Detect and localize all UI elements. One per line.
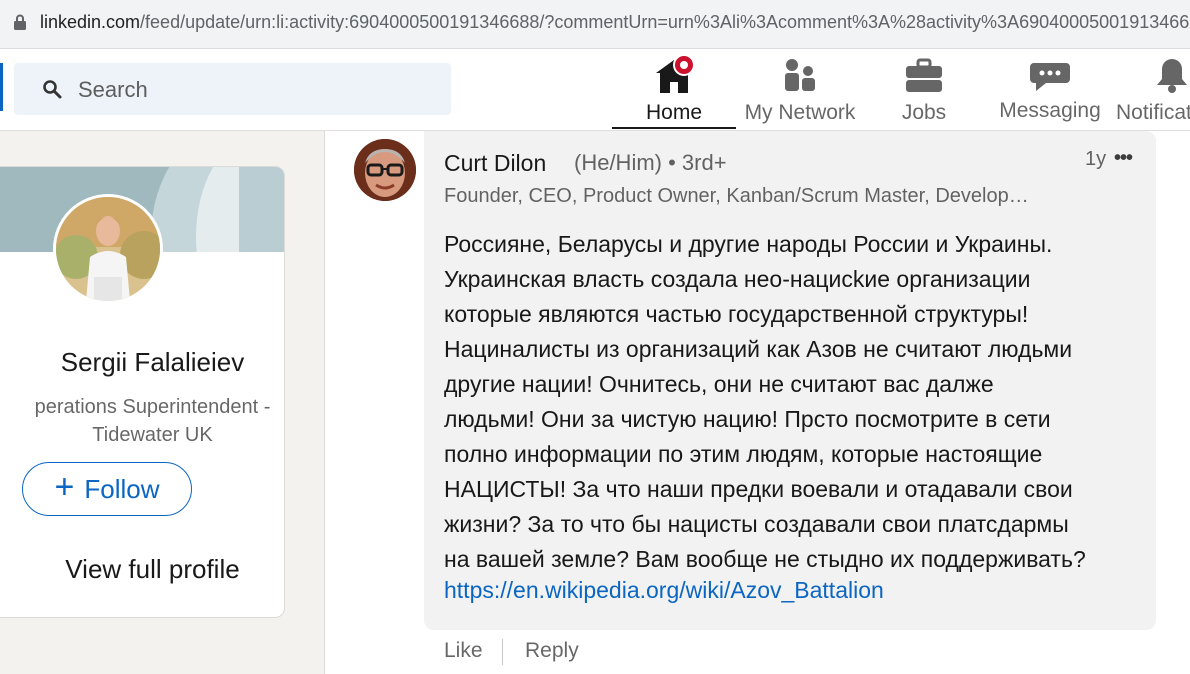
like-button[interactable]: Like [444,639,483,663]
chat-icon [1030,63,1070,91]
home-icon [656,55,695,93]
profile-headline-line1: perations Superintendent - [34,396,271,418]
action-divider [502,639,503,665]
commenter-name[interactable]: Curt Dilon [444,150,546,177]
comment-line: Россияне, Беларусы и другие народы Росси… [444,231,1053,257]
nav-jobs[interactable]: Jobs [884,49,964,129]
commenter-avatar[interactable] [354,139,416,201]
view-full-profile-link[interactable]: View full profile [0,554,284,585]
nav-notifications-label: Notificat [1116,101,1190,124]
search-icon [43,80,62,99]
comment-line: жизни? За то что бы нацисты создавали св… [444,511,1069,537]
active-tab-indicator [612,127,736,129]
nav-messaging-label: Messaging [999,99,1101,122]
browser-url-bar[interactable]: linkedin.com/feed/update/urn:li:activity… [0,0,1190,49]
comment-text: Россияне, Беларусы и другие народы Росси… [444,227,1144,577]
comment-bubble: Curt Dilon (He/Him) • 3rd+ Founder, CEO,… [424,131,1156,630]
nav-messaging[interactable]: Messaging [996,49,1104,129]
url-path: /feed/update/urn:li:activity:69040005001… [140,12,1190,32]
comment-link[interactable]: https://en.wikipedia.org/wiki/Azov_Batta… [444,577,884,604]
follow-button[interactable]: + Follow [22,462,192,516]
top-navigation: Home My Network Jobs Messaging [0,49,1190,131]
comment-line: Украинская власть создала нео-нацисkие о… [444,266,1031,292]
comment-line: людьми! Они за чистую нацию! Прсто посмо… [444,406,1051,432]
bell-icon [1157,59,1187,93]
nav-jobs-label: Jobs [901,101,947,124]
plus-icon: + [54,468,75,506]
comment-line: НАЦИСТЫ! За что наши предки воевали и от… [444,476,1073,502]
comment-line: полно информации по этим людям, которые … [444,441,1043,467]
comment-line: другие нации! Очнитесь, они не считают в… [444,371,994,397]
commenter-photo-image [354,139,416,201]
linkedin-logo-edge[interactable] [0,63,3,111]
profile-headline-line2: Tidewater UK [92,424,213,446]
search-input[interactable] [76,73,440,107]
comment-line: Нациналисты из организаций как Азов не с… [444,336,1073,362]
profile-card: Sergii Falalieiev perations Superintende… [0,166,285,618]
nav-my-network[interactable]: My Network [740,49,860,129]
comment-line: на вашей земле? Вам вообще не стыдно их … [444,546,1086,572]
nav-notifications[interactable]: Notificat [1112,49,1190,129]
nav-home[interactable]: Home [612,49,736,129]
briefcase-icon [906,58,942,92]
comment-line: которые являются частью государственной … [444,301,1029,327]
follow-label: Follow [84,473,160,504]
lock-icon [14,14,26,30]
people-icon [785,59,815,91]
avatar[interactable] [53,194,163,304]
reply-button[interactable]: Reply [525,639,579,663]
commenter-pronouns-degree: (He/Him) • 3rd+ [574,150,727,175]
profile-headline: perations Superintendent - Tidewater UK [0,393,284,449]
url-text[interactable]: linkedin.com/feed/update/urn:li:activity… [40,12,1190,33]
nav-home-label: Home [645,101,703,124]
search-box[interactable] [14,63,451,115]
url-host: linkedin.com [40,12,141,32]
profile-name[interactable]: Sergii Falalieiev [0,347,284,378]
profile-photo-image [56,197,160,301]
commenter-headline: Founder, CEO, Product Owner, Kanban/Scru… [444,185,1029,207]
comment-thread: Curt Dilon (He/Him) • 3rd+ Founder, CEO,… [324,131,1190,674]
more-options-icon[interactable]: ••• [1114,147,1133,170]
comment-timestamp: 1y [1085,148,1107,170]
nav-my-network-label: My Network [744,101,856,124]
